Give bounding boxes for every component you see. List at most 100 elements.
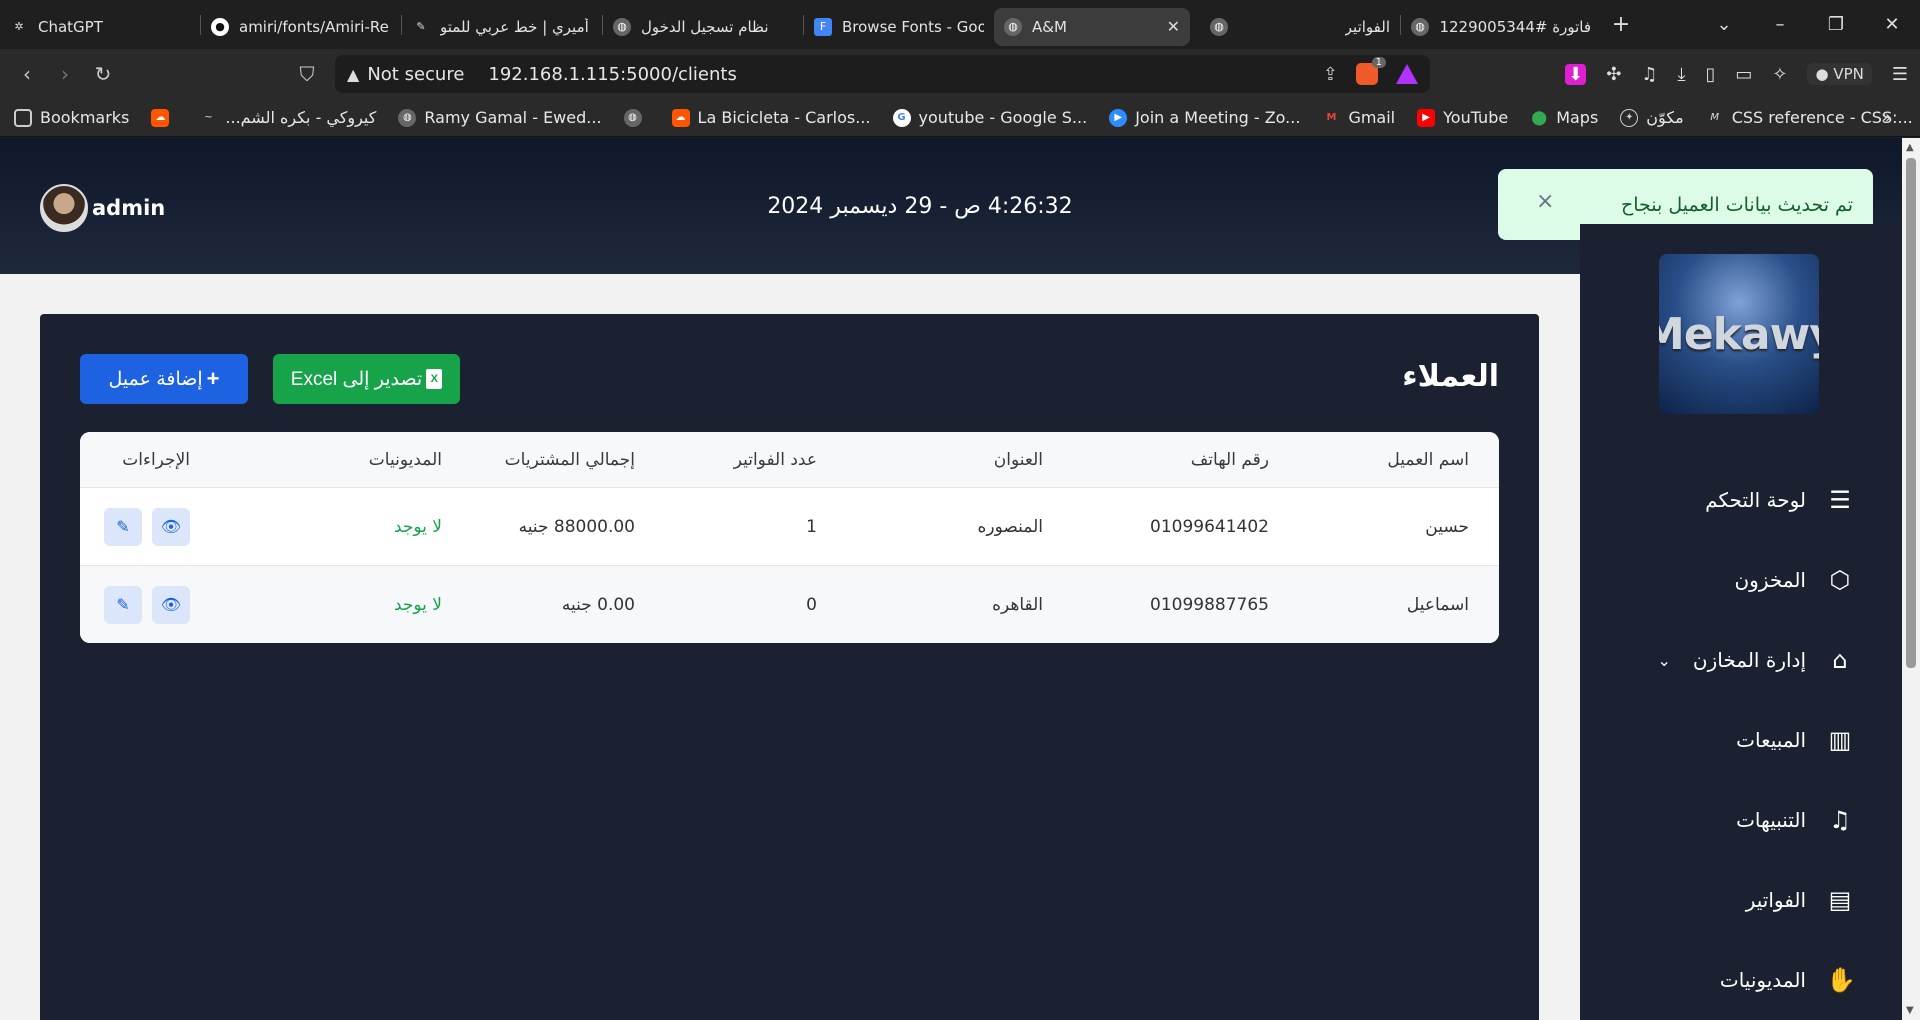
total-purchases: 0.00 جنيه xyxy=(561,594,635,615)
browser-tab[interactable]: ◍ نظام تسجيل الدخول xyxy=(603,8,803,46)
share-icon[interactable]: ⇪ xyxy=(1323,64,1338,85)
scroll-down-icon[interactable]: ▼ xyxy=(1906,1005,1914,1016)
brave-rewards-icon[interactable] xyxy=(1396,64,1418,84)
bookmark-item[interactable]: ◍ Ramy Gamal - Ewed... xyxy=(398,108,602,127)
browser-tab[interactable]: ◍ الفواتير xyxy=(1200,8,1400,46)
sidebar: Mekawy لوحة التحكم ☰ المخزون ⬡ ⌄ إدارة ا… xyxy=(1580,224,1902,1020)
menu-icon[interactable]: ☰ xyxy=(1892,64,1908,85)
bookmark-label: Join a Meeting - Zo... xyxy=(1135,108,1301,127)
browser-tab[interactable]: ✎ أميري | خط عربي للمتو xyxy=(402,8,602,46)
extensions-icon[interactable]: ✣ xyxy=(1606,64,1621,85)
total-purchases: 88000.00 جنيه xyxy=(518,516,635,537)
downloads-icon[interactable]: ⤓ xyxy=(1677,64,1685,85)
sidebar-item-debts[interactable]: المديونيات ✋ xyxy=(1580,940,1902,1020)
bookmark-label: La Bicicleta - Carlos... xyxy=(697,108,871,127)
vpn-button[interactable]: ● VPN xyxy=(1807,63,1872,85)
minimize-icon[interactable]: – xyxy=(1752,14,1808,35)
page-scrollbar[interactable]: ▲ ▼ xyxy=(1902,138,1920,1020)
client-address: القاهره xyxy=(992,594,1043,615)
toolbar-actions: ⬇ ✣ ♫ ⤓ ▯ ▭ ✧ ● VPN ☰ xyxy=(1565,49,1908,99)
scrollbar-thumb[interactable] xyxy=(1906,158,1916,668)
export-excel-button[interactable]: X تصدير إلى Excel xyxy=(273,354,460,404)
tab-search-chevron-icon[interactable]: ⌄ xyxy=(1696,14,1752,35)
bookmark-item[interactable]: Gyoutube - Google S... xyxy=(892,108,1088,127)
edit-icon[interactable]: ✎ xyxy=(104,507,142,546)
export-excel-label: تصدير إلى Excel xyxy=(290,368,423,390)
address-bar[interactable]: ▲ Not secure 192.168.1.115:5000/clients … xyxy=(335,55,1430,93)
bookmark-label: youtube - Google S... xyxy=(918,108,1088,127)
vpn-label: VPN xyxy=(1833,65,1864,83)
bookmark-item[interactable]: ◍ xyxy=(623,108,650,127)
invoice-count: 1 xyxy=(806,516,817,537)
bookmark-label: YouTube xyxy=(1443,108,1509,127)
browser-tab[interactable]: ◍ فاتورة #41229005344 xyxy=(1401,8,1601,46)
row-actions: 👁 ✎ xyxy=(80,507,220,546)
forward-icon[interactable]: › xyxy=(46,62,84,86)
browser-tab-active[interactable]: ◍ A&M ✕ xyxy=(994,7,1190,46)
bookmark-item[interactable]: ☁ xyxy=(151,108,177,127)
toast-message: تم تحديث بيانات العميل بنجاح xyxy=(1620,193,1853,216)
url-text[interactable]: 192.168.1.115:5000/clients xyxy=(488,64,736,85)
logo: Mekawy xyxy=(1659,254,1819,414)
soundcloud-icon: ☁ xyxy=(671,108,690,127)
view-icon[interactable]: 👁 xyxy=(152,507,190,546)
bookmark-label: Maps xyxy=(1556,108,1599,127)
scroll-up-icon[interactable]: ▲ xyxy=(1906,142,1914,153)
sidebar-item-inventory[interactable]: المخزون ⬡ xyxy=(1580,540,1902,620)
browser-tab[interactable]: ✲ ChatGPT xyxy=(0,8,200,46)
bookmark-item[interactable]: Bookmarks xyxy=(14,108,129,127)
bookmark-page-icon[interactable]: ⛉ xyxy=(288,62,326,86)
download-manager-icon[interactable]: ⬇ xyxy=(1565,63,1587,85)
sidebar-item-dashboard[interactable]: لوحة التحكم ☰ xyxy=(1580,460,1902,540)
sidebar-nav: لوحة التحكم ☰ المخزون ⬡ ⌄ إدارة المخازن … xyxy=(1580,460,1902,1020)
new-tab-button[interactable]: + xyxy=(1601,12,1641,37)
column-header: المديونيات xyxy=(368,449,442,470)
sidebar-item-invoices[interactable]: الفواتير ▤ xyxy=(1580,860,1902,940)
sidebar-item-sales[interactable]: المبيعات ▥ xyxy=(1580,700,1902,780)
browser-toolbar: ‹ › ↻ ⛉ ▲ Not secure 192.168.1.115:5000/… xyxy=(0,49,1920,99)
warning-icon[interactable]: ▲ xyxy=(347,65,359,84)
bookmark-item[interactable]: ⬤ Maps xyxy=(1530,108,1598,127)
sidebar-item-alerts[interactable]: التنبيهات ♫ xyxy=(1580,780,1902,860)
brave-shields-icon[interactable]: 1 xyxy=(1356,57,1386,85)
view-icon[interactable]: 👁 xyxy=(152,585,190,624)
browser-tab[interactable]: ● amiri/fonts/Amiri-Re xyxy=(201,8,401,46)
bookmark-item[interactable]: ▶ Join a Meeting - Zo... xyxy=(1109,108,1300,127)
edit-icon[interactable]: ✎ xyxy=(104,585,142,624)
sidebar-item-label: المديونيات xyxy=(1719,968,1806,992)
security-status[interactable]: Not secure xyxy=(367,64,464,85)
client-name: حسين xyxy=(1425,516,1469,537)
bookmark-item[interactable]: M Gmail xyxy=(1322,108,1395,127)
media-icon[interactable]: ♫ xyxy=(1641,64,1657,85)
zoom-icon: ▶ xyxy=(1109,108,1128,127)
more-bookmarks-icon[interactable]: » xyxy=(1881,107,1892,128)
add-client-button[interactable]: + إضافة عميل xyxy=(80,354,248,404)
close-icon[interactable]: × xyxy=(1536,189,1554,214)
bookmark-item[interactable]: ▶ YouTube xyxy=(1417,108,1508,127)
add-client-label: إضافة عميل xyxy=(108,368,203,390)
mercedes-icon: ✦ xyxy=(1620,108,1639,127)
bookmark-item[interactable]: ☁ La Bicicleta - Carlos... xyxy=(671,108,871,127)
close-window-icon[interactable]: ✕ xyxy=(1864,14,1920,35)
restore-icon[interactable]: ❐ xyxy=(1808,14,1864,35)
sidebar-item-warehouses[interactable]: ⌄ إدارة المخازن ⌂ xyxy=(1580,620,1902,700)
chevron-down-icon[interactable]: ⌄ xyxy=(1658,651,1671,670)
wallet-icon[interactable]: ▭ xyxy=(1735,64,1752,85)
browser-tab[interactable]: F Browse Fonts - Goog xyxy=(804,8,994,46)
close-tab-icon[interactable]: ✕ xyxy=(1167,17,1180,36)
tab-title: فاتورة #41229005344 xyxy=(1439,17,1591,36)
bookmark-item[interactable]: ✦ مكوّن xyxy=(1620,108,1684,127)
globe-icon: ◍ xyxy=(1210,17,1228,36)
leo-ai-icon[interactable]: ✧ xyxy=(1772,64,1787,85)
bookmark-item[interactable]: ~ كيروكي - بكره الشم... xyxy=(199,108,376,127)
reload-icon[interactable]: ↻ xyxy=(84,62,122,86)
excel-file-icon: X xyxy=(426,369,443,389)
browser-tab-strip: ✲ ChatGPT ● amiri/fonts/Amiri-Re ✎ أميري… xyxy=(0,0,1920,49)
sidebar-toggle-icon[interactable]: ▯ xyxy=(1705,64,1715,85)
bar-chart-icon: ▥ xyxy=(1828,726,1852,754)
table-header-row: اسم العميل رقم الهاتف العنوان عدد الفوات… xyxy=(80,432,1499,487)
column-header: العنوان xyxy=(993,449,1043,470)
youtube-icon: ▶ xyxy=(1417,108,1436,127)
tab-title: أميري | خط عربي للمتو xyxy=(440,17,589,36)
back-icon[interactable]: ‹ xyxy=(8,62,46,86)
